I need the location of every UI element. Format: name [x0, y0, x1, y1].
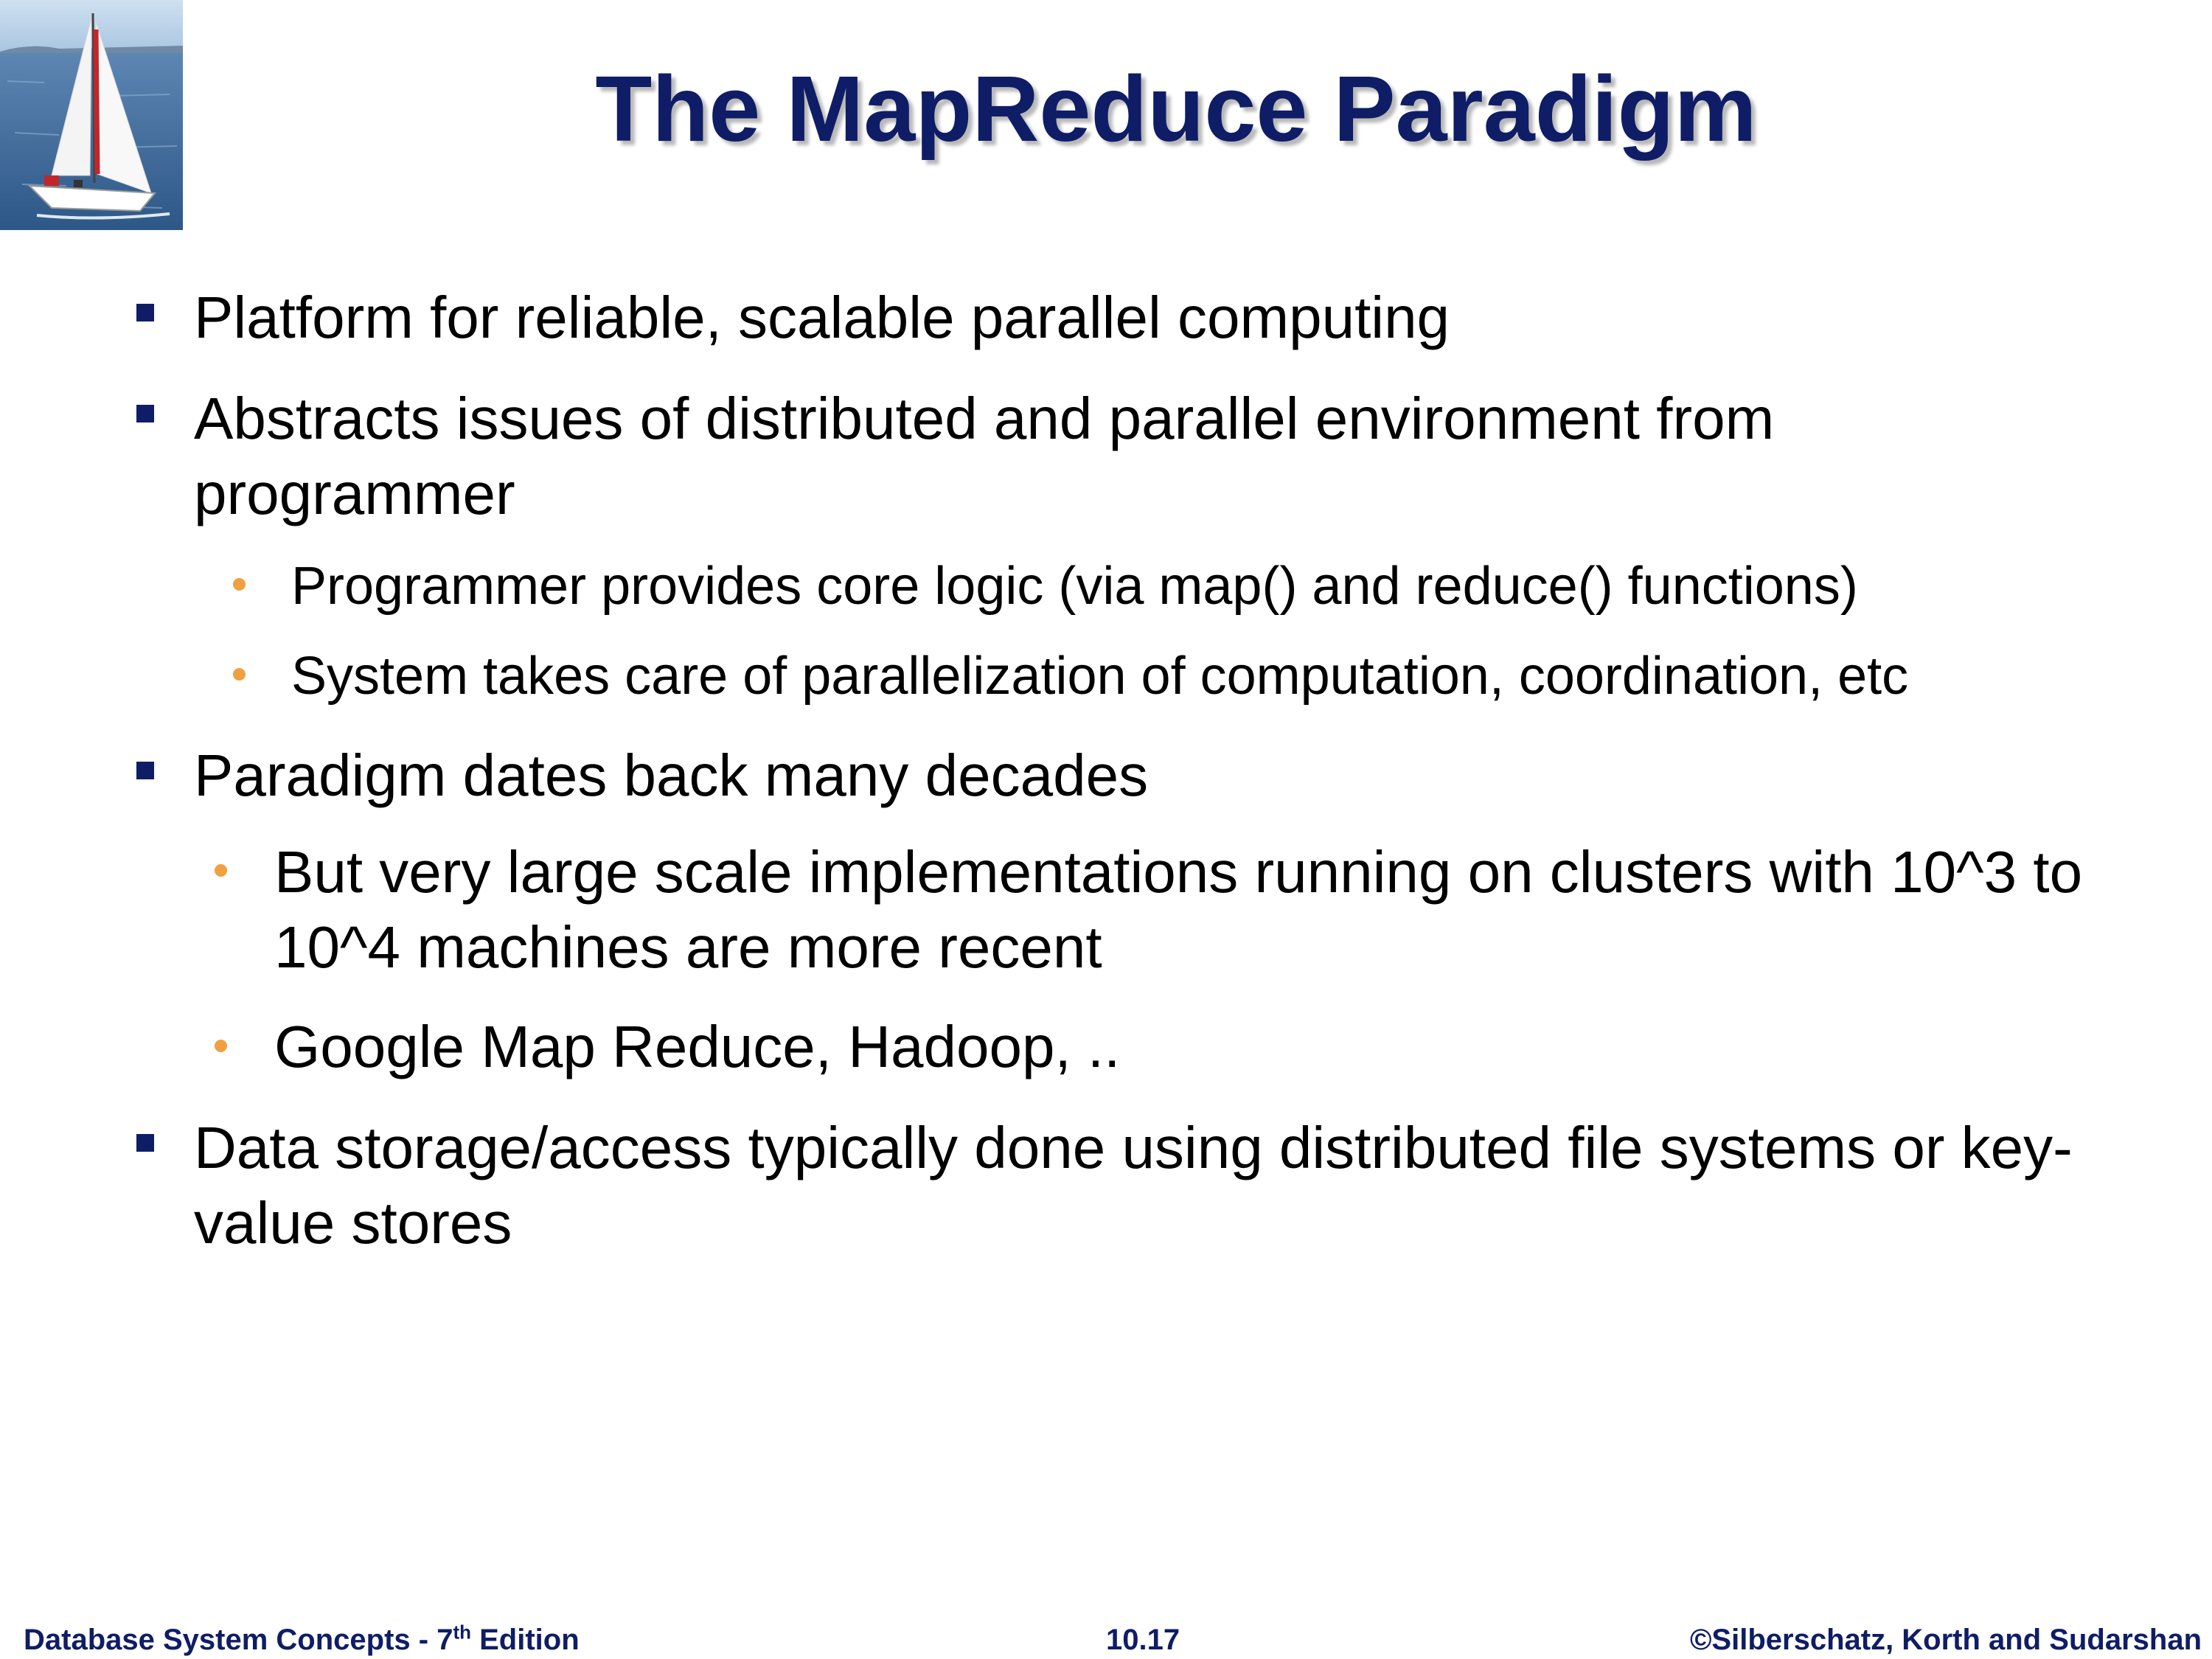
round-bullet-icon [233, 578, 246, 591]
square-bullet-icon [136, 1134, 154, 1152]
square-bullet-icon [136, 762, 154, 779]
sub-bullet-item: But very large scale implementations run… [274, 839, 2083, 980]
square-bullet-icon [136, 304, 154, 321]
footer-copyright: ©Silberschatz, Korth and Sudarshan [1689, 1624, 2202, 1656]
footer-book-superscript: th [453, 1621, 471, 1644]
footer-book-prefix: Database System Concepts - 7 [24, 1624, 453, 1656]
footer-book-suffix: Edition [471, 1624, 580, 1656]
round-bullet-icon [233, 668, 246, 681]
round-bullet-icon [215, 864, 227, 877]
square-bullet-icon [136, 405, 154, 422]
sub-bullet-item: Google Map Reduce, Hadoop, .. [274, 1014, 1121, 1079]
slide: The MapReduce Paradigm Platform for reli… [0, 0, 2212, 1659]
sailboat-logo [0, 0, 183, 230]
sub-bullet-item: Programmer provides core logic (via map(… [291, 557, 1858, 616]
bullet-item: Data storage/access typically done using… [194, 1115, 2073, 1256]
round-bullet-icon [215, 1040, 227, 1052]
sub-bullet-item: System takes care of parallelization of … [291, 647, 1909, 706]
bullet-item: Platform for reliable, scalable parallel… [194, 285, 1450, 350]
bullet-item: Abstracts issues of distributed and para… [194, 386, 1775, 526]
footer-page-number: 10.17 [1106, 1624, 1180, 1656]
footer-book-title: Database System Concepts - 7th Edition [24, 1622, 580, 1658]
bullet-item: Paradigm dates back many decades [194, 742, 1149, 808]
slide-title: The MapReduce Paradigm [595, 57, 1757, 161]
